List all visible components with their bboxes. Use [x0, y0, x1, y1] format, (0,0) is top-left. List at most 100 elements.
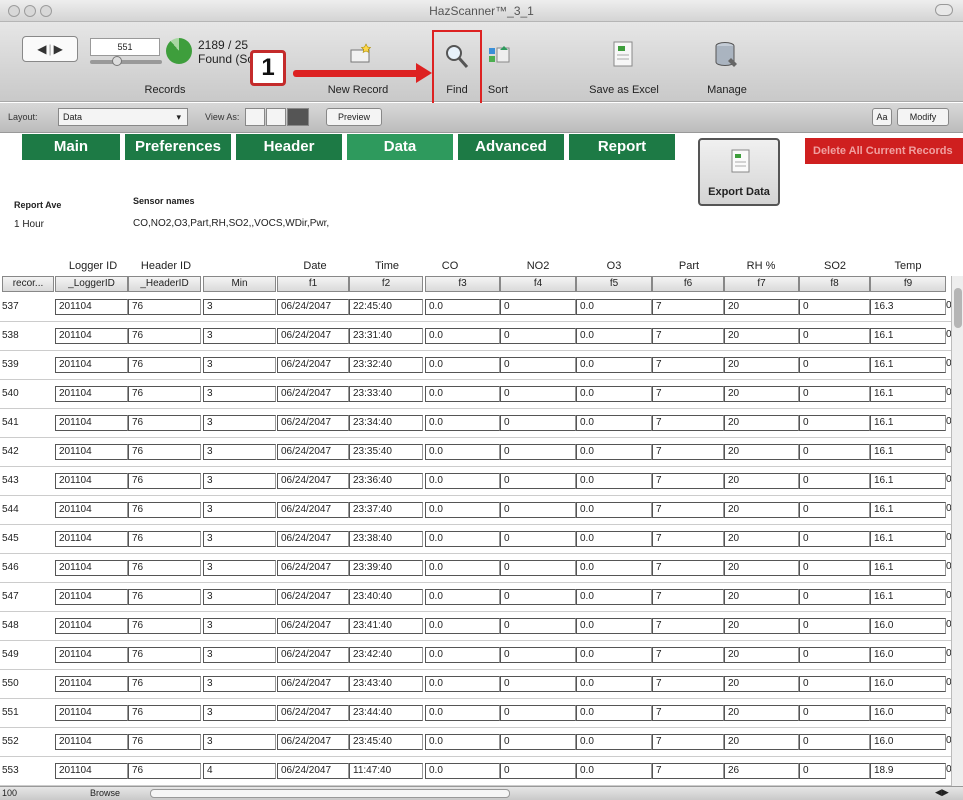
- table-cell[interactable]: 76: [128, 763, 201, 779]
- table-cell[interactable]: 0.0: [576, 647, 652, 663]
- scroll-arrows-icon[interactable]: ◀▶: [935, 787, 949, 798]
- table-cell[interactable]: 76: [128, 618, 201, 634]
- table-cell[interactable]: 20: [724, 705, 799, 721]
- table-cell[interactable]: 20: [724, 502, 799, 518]
- table-cell[interactable]: 201104: [55, 299, 128, 315]
- table-cell[interactable]: 0: [500, 473, 576, 489]
- table-cell[interactable]: 3: [203, 299, 276, 315]
- table-cell[interactable]: 20: [724, 618, 799, 634]
- field-header[interactable]: f8: [799, 276, 870, 292]
- table-cell[interactable]: 16.1: [870, 589, 946, 605]
- table-cell[interactable]: 20: [724, 415, 799, 431]
- table-cell[interactable]: 0.0: [425, 589, 500, 605]
- table-cell[interactable]: 201104: [55, 444, 128, 460]
- table-cell[interactable]: 76: [128, 589, 201, 605]
- field-header[interactable]: f2: [349, 276, 423, 292]
- table-cell[interactable]: 20: [724, 734, 799, 750]
- table-cell[interactable]: 3: [203, 589, 276, 605]
- table-cell[interactable]: 0: [500, 357, 576, 373]
- table-cell[interactable]: 0: [500, 734, 576, 750]
- table-cell[interactable]: 76: [128, 386, 201, 402]
- table-cell[interactable]: 7: [652, 705, 724, 721]
- tab-advanced[interactable]: Advanced: [458, 134, 564, 160]
- table-cell[interactable]: 22:45:40: [349, 299, 423, 315]
- table-cell[interactable]: 76: [128, 357, 201, 373]
- table-cell[interactable]: 0.0: [425, 560, 500, 576]
- table-cell[interactable]: 20: [724, 473, 799, 489]
- view-as-list-button[interactable]: [266, 108, 286, 126]
- table-cell[interactable]: 23:38:40: [349, 531, 423, 547]
- table-cell[interactable]: 23:44:40: [349, 705, 423, 721]
- table-cell[interactable]: 20: [724, 444, 799, 460]
- table-cell[interactable]: 0: [500, 676, 576, 692]
- table-cell[interactable]: 7: [652, 299, 724, 315]
- table-cell[interactable]: 0.0: [425, 763, 500, 779]
- table-cell[interactable]: 3: [203, 531, 276, 547]
- table-cell[interactable]: 18.9: [870, 763, 946, 779]
- table-cell[interactable]: 0.0: [576, 618, 652, 634]
- table-cell[interactable]: 23:40:40: [349, 589, 423, 605]
- table-cell[interactable]: 0: [799, 328, 870, 344]
- table-cell[interactable]: 06/24/2047: [277, 357, 349, 373]
- table-cell[interactable]: 3: [203, 734, 276, 750]
- table-cell[interactable]: 7: [652, 328, 724, 344]
- table-cell[interactable]: 16.1: [870, 560, 946, 576]
- table-cell[interactable]: 3: [203, 618, 276, 634]
- field-header[interactable]: recor...: [2, 276, 54, 292]
- table-cell[interactable]: 0.0: [576, 705, 652, 721]
- table-cell[interactable]: 23:32:40: [349, 357, 423, 373]
- table-cell[interactable]: 201104: [55, 676, 128, 692]
- table-cell[interactable]: 0: [799, 386, 870, 402]
- table-cell[interactable]: 3: [203, 328, 276, 344]
- table-cell[interactable]: 06/24/2047: [277, 415, 349, 431]
- field-header[interactable]: f1: [277, 276, 349, 292]
- table-cell[interactable]: 0: [500, 647, 576, 663]
- table-cell[interactable]: 0: [799, 676, 870, 692]
- table-cell[interactable]: 76: [128, 531, 201, 547]
- table-cell[interactable]: 0.0: [425, 299, 500, 315]
- table-cell[interactable]: 7: [652, 473, 724, 489]
- table-cell[interactable]: 0: [799, 647, 870, 663]
- manage-database-icon[interactable]: [712, 38, 742, 75]
- table-cell[interactable]: 201104: [55, 589, 128, 605]
- tab-header[interactable]: Header: [236, 134, 342, 160]
- table-cell[interactable]: 16.1: [870, 415, 946, 431]
- table-cell[interactable]: 06/24/2047: [277, 560, 349, 576]
- table-cell[interactable]: 201104: [55, 502, 128, 518]
- table-cell[interactable]: 0: [799, 531, 870, 547]
- current-record-input[interactable]: 551: [90, 38, 160, 56]
- table-cell[interactable]: 76: [128, 473, 201, 489]
- table-cell[interactable]: 0: [799, 502, 870, 518]
- table-cell[interactable]: 0.0: [425, 705, 500, 721]
- table-cell[interactable]: 0.0: [576, 299, 652, 315]
- delete-all-records-button[interactable]: Delete All Current Records: [805, 138, 963, 164]
- mode-indicator[interactable]: Browse: [90, 788, 120, 798]
- table-cell[interactable]: 0.0: [425, 502, 500, 518]
- table-cell[interactable]: 0.0: [425, 647, 500, 663]
- table-cell[interactable]: 76: [128, 299, 201, 315]
- table-cell[interactable]: 0.0: [425, 531, 500, 547]
- table-cell[interactable]: 0: [500, 705, 576, 721]
- table-cell[interactable]: 23:42:40: [349, 647, 423, 663]
- table-cell[interactable]: 0: [500, 415, 576, 431]
- table-cell[interactable]: 06/24/2047: [277, 299, 349, 315]
- table-cell[interactable]: 0: [500, 618, 576, 634]
- table-cell[interactable]: 06/24/2047: [277, 763, 349, 779]
- table-cell[interactable]: 0.0: [576, 560, 652, 576]
- table-cell[interactable]: 0.0: [425, 676, 500, 692]
- table-cell[interactable]: 0: [500, 763, 576, 779]
- table-cell[interactable]: 23:41:40: [349, 618, 423, 634]
- table-cell[interactable]: 7: [652, 676, 724, 692]
- table-cell[interactable]: 23:45:40: [349, 734, 423, 750]
- table-cell[interactable]: 7: [652, 763, 724, 779]
- table-cell[interactable]: 16.1: [870, 328, 946, 344]
- table-cell[interactable]: 0.0: [576, 589, 652, 605]
- table-cell[interactable]: 3: [203, 473, 276, 489]
- table-cell[interactable]: 201104: [55, 357, 128, 373]
- table-cell[interactable]: 16.1: [870, 357, 946, 373]
- table-cell[interactable]: 16.3: [870, 299, 946, 315]
- table-cell[interactable]: 06/24/2047: [277, 647, 349, 663]
- table-cell[interactable]: 201104: [55, 328, 128, 344]
- table-cell[interactable]: 20: [724, 386, 799, 402]
- table-cell[interactable]: 76: [128, 560, 201, 576]
